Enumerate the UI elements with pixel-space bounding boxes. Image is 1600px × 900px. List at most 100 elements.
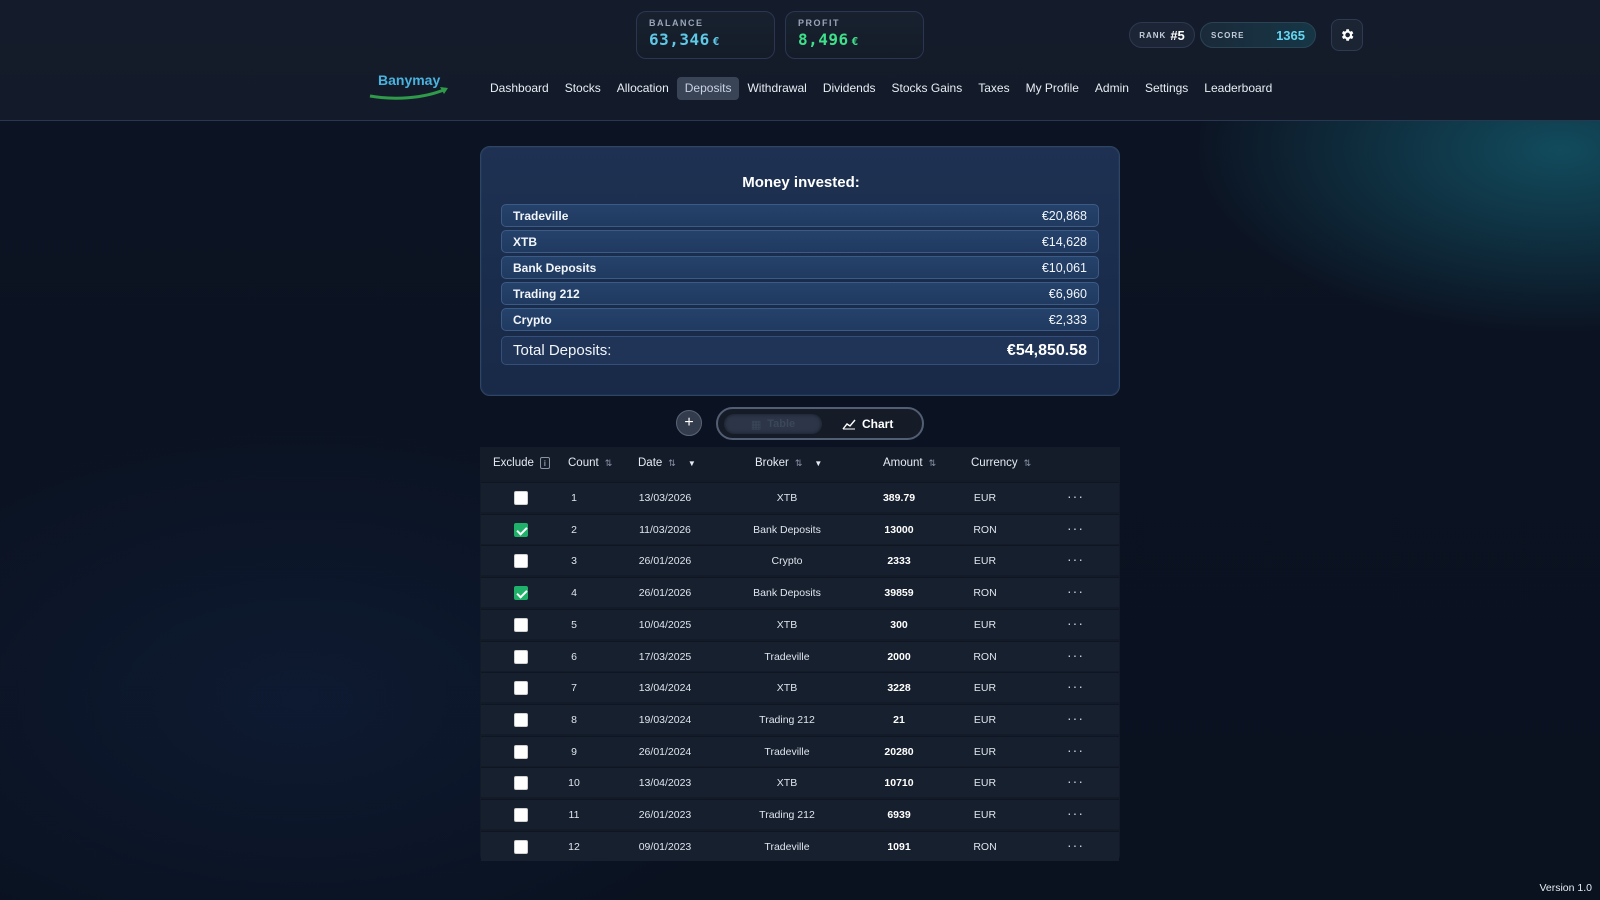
- cell-currency: RON: [973, 523, 997, 536]
- cell-amount: 300: [890, 618, 908, 631]
- header-date-label: Date: [638, 457, 663, 469]
- more-icon[interactable]: ···: [1067, 742, 1084, 758]
- money-invested-panel: Money invested: Tradeville €20,868 XTB €14,…: [480, 146, 1120, 396]
- more-icon[interactable]: ···: [1067, 488, 1084, 504]
- add-deposit-button[interactable]: +: [676, 410, 702, 436]
- table-icon: ▦: [750, 418, 762, 431]
- header-date[interactable]: Date ⇅ ▼: [638, 457, 696, 469]
- exclude-checkbox[interactable]: [514, 808, 528, 822]
- more-icon[interactable]: ···: [1067, 805, 1084, 821]
- exclude-checkbox[interactable]: [514, 744, 528, 759]
- info-icon[interactable]: i: [539, 457, 550, 469]
- exclude-checkbox[interactable]: [514, 712, 528, 727]
- cell-date: 19/03/2024: [638, 713, 692, 726]
- rank-value: #5: [1170, 27, 1185, 43]
- score-label: SCORE: [1211, 30, 1245, 40]
- cell-currency: EUR: [973, 682, 997, 695]
- cell-date: 26/01/2026: [638, 555, 692, 568]
- profit-card: PROFIT 8,496 €: [785, 11, 924, 59]
- exclude-checkbox[interactable]: [514, 839, 528, 854]
- header-broker-label: Broker: [755, 457, 789, 469]
- cell-amount: 20280: [884, 745, 914, 758]
- rank-badge[interactable]: RANK #5: [1129, 22, 1195, 48]
- nav-item-settings[interactable]: Settings: [1137, 77, 1196, 100]
- cell-count: 5: [571, 618, 577, 631]
- nav-item-my-profile[interactable]: My Profile: [1018, 77, 1087, 100]
- score-badge[interactable]: SCORE 1365: [1200, 22, 1316, 48]
- exclude-checkbox[interactable]: [514, 681, 528, 696]
- version-label: Version 1.0: [1539, 882, 1592, 894]
- deposits-table: Exclude i Count ⇅ Date ⇅ ▼ Broker ⇅ ▼ Am…: [480, 447, 1120, 861]
- cell-broker: Tradeville: [764, 840, 810, 853]
- nav-item-dividends[interactable]: Dividends: [815, 77, 884, 100]
- filter-dropdown-icon[interactable]: ▼: [688, 459, 696, 468]
- cell-currency: EUR: [973, 777, 997, 790]
- more-icon[interactable]: ···: [1067, 837, 1084, 853]
- nav-item-taxes[interactable]: Taxes: [970, 77, 1017, 100]
- table-view-label: Table: [767, 418, 796, 430]
- header-count-label: Count: [568, 457, 599, 469]
- filter-dropdown-icon[interactable]: ▼: [814, 459, 822, 468]
- table-row: 7 13/04/2024 XTB 3228 EUR ···: [481, 672, 1119, 703]
- cell-count: 8: [571, 713, 577, 726]
- cell-broker: XTB: [776, 618, 798, 631]
- nav-item-deposits[interactable]: Deposits: [676, 77, 740, 100]
- header-broker[interactable]: Broker ⇅ ▼: [755, 457, 822, 469]
- main-nav: Dashboard Stocks Allocation Deposits Withdra…: [482, 77, 1280, 100]
- total-deposits-label: Total Deposits:: [513, 342, 612, 359]
- view-toggle: ▦ Table Chart: [716, 407, 924, 440]
- cell-date: 11/03/2026: [639, 523, 691, 536]
- broker-name: Bank Deposits: [513, 260, 597, 275]
- broker-amount: €10,061: [1041, 260, 1087, 275]
- header-count[interactable]: Count ⇅: [568, 457, 612, 469]
- table-view-button[interactable]: ▦ Table: [724, 414, 822, 434]
- more-icon[interactable]: ···: [1067, 647, 1084, 663]
- more-icon[interactable]: ···: [1067, 551, 1084, 567]
- nav-item-admin[interactable]: Admin: [1087, 77, 1137, 100]
- exclude-checkbox[interactable]: [514, 491, 528, 505]
- header-currency-label: Currency: [971, 457, 1018, 469]
- exclude-checkbox[interactable]: [514, 776, 528, 791]
- nav-item-stocks[interactable]: Stocks: [557, 77, 609, 100]
- chart-view-label: Chart: [862, 417, 894, 431]
- table-row: 9 26/01/2024 Tradeville 20280 EUR ···: [481, 735, 1119, 766]
- cell-date: 26/01/2026: [638, 587, 692, 600]
- more-icon[interactable]: ···: [1067, 520, 1084, 536]
- nav-item-leaderboard[interactable]: Leaderboard: [1196, 77, 1280, 100]
- broker-amount: €14,628: [1041, 234, 1087, 249]
- invested-row: Bank Deposits €10,061: [501, 256, 1099, 279]
- more-icon[interactable]: ···: [1067, 583, 1084, 599]
- balance-label: BALANCE: [649, 18, 704, 28]
- broker-name: Crypto: [513, 312, 552, 327]
- exclude-checkbox[interactable]: [514, 617, 528, 632]
- cell-count: 10: [568, 777, 580, 790]
- cell-count: 1: [571, 492, 577, 504]
- more-icon[interactable]: ···: [1067, 773, 1084, 789]
- exclude-checkbox[interactable]: [514, 522, 528, 537]
- nav-item-stocks-gains[interactable]: Stocks Gains: [884, 77, 971, 100]
- nav-item-dashboard[interactable]: Dashboard: [482, 77, 557, 100]
- nav-item-allocation[interactable]: Allocation: [609, 77, 677, 100]
- header-currency[interactable]: Currency ⇅: [971, 457, 1031, 469]
- exclude-checkbox[interactable]: [514, 649, 528, 664]
- nav-item-withdrawal[interactable]: Withdrawal: [739, 77, 814, 100]
- exclude-checkbox[interactable]: [514, 554, 528, 569]
- table-row: 6 17/03/2025 Tradeville 2000 RON ···: [481, 640, 1119, 671]
- more-icon[interactable]: ···: [1067, 615, 1084, 631]
- chart-view-button[interactable]: Chart: [842, 414, 912, 434]
- exclude-checkbox[interactable]: [514, 586, 528, 601]
- cell-count: 6: [571, 650, 577, 663]
- score-value: 1365: [1276, 27, 1305, 43]
- settings-button[interactable]: [1331, 19, 1363, 51]
- cell-broker: XTB: [776, 682, 798, 695]
- table-row: 8 19/03/2024 Trading 212 21 EUR ···: [481, 703, 1119, 734]
- cell-date: 13/03/2026: [638, 492, 692, 504]
- cell-count: 12: [568, 840, 580, 853]
- header-amount[interactable]: Amount ⇅: [883, 457, 936, 469]
- header-exclude[interactable]: Exclude i: [493, 457, 550, 469]
- brand-logo[interactable]: Banymay: [368, 72, 452, 100]
- more-icon[interactable]: ···: [1067, 678, 1084, 694]
- more-icon[interactable]: ···: [1067, 710, 1084, 726]
- profit-currency: €: [851, 35, 859, 48]
- broker-name: Trading 212: [513, 286, 580, 301]
